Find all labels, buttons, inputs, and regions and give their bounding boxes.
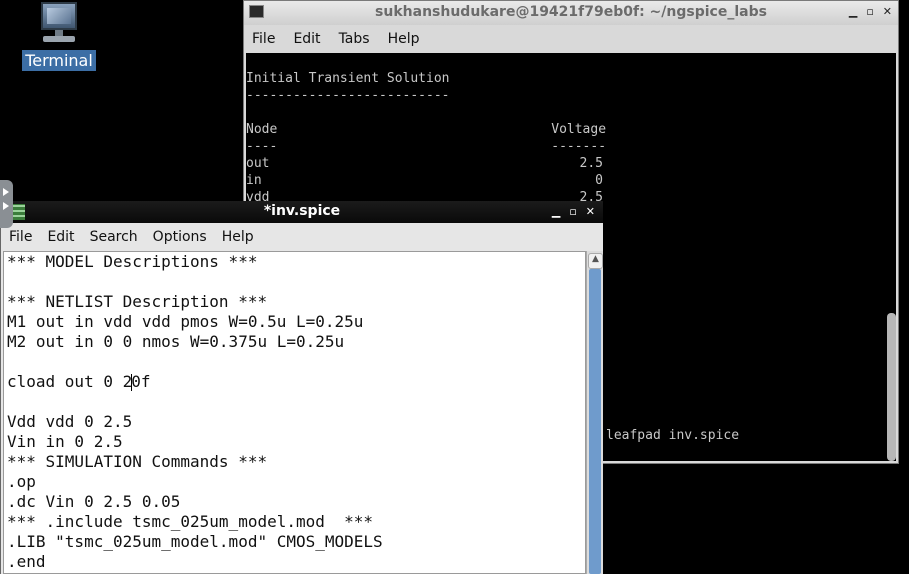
editor-line: .end [7,552,46,571]
editor-line: .LIB "tsmc_025um_model.mod" CMOS_MODELS [7,532,383,551]
terminal-command: leafpad inv.spice [606,428,740,443]
terminal-line: out [246,156,270,171]
editor-line: .op [7,472,36,491]
editor-line: *** NETLIST Description *** [7,292,268,311]
editor-line: *** SIMULATION Commands *** [7,452,268,471]
terminal-menu-tabs[interactable]: Tabs [339,31,370,47]
leafpad-titlebar[interactable]: *inv.spice ▁ ▫ ✕ [1,201,603,223]
terminal-title: sukhanshudukare@19421f79eb0f: ~/ngspice_… [375,4,767,20]
editor-line: *** .include tsmc_025um_model.mod *** [7,512,374,531]
editor-line: M2 out in 0 0 nmos W=0.375u L=0.25u [7,332,345,351]
leafpad-window: *inv.spice ▁ ▫ ✕ File Edit Search Option… [0,201,603,574]
leafpad-title: *inv.spice [263,203,341,219]
scroll-up-icon[interactable]: ▲ [588,253,603,269]
voltage-value: 0 [595,173,603,188]
terminal-line: -------------------------- [246,88,450,103]
terminal-menu-edit[interactable]: Edit [293,31,320,47]
leafpad-menubar: File Edit Search Options Help [1,223,603,250]
arrow-right-icon [3,202,9,210]
editor-line: *** MODEL Descriptions *** [7,252,258,271]
close-icon[interactable]: ✕ [883,5,892,18]
maximize-icon[interactable]: ▫ [569,205,576,218]
maximize-icon[interactable]: ▫ [866,5,873,18]
terminal-titlebar[interactable]: sukhanshudukare@19421f79eb0f: ~/ngspice_… [244,1,898,25]
editor-line: M1 out in vdd vdd pmos W=0.5u L=0.25u [7,312,364,331]
terminal-line: Initial Transient Solution [246,71,450,86]
editor-line-caret: cload out 0 20f [7,372,151,391]
terminal-line: ---- ------- [246,139,607,154]
leafpad-menu-edit[interactable]: Edit [47,229,74,245]
scrollbar-thumb[interactable] [887,313,896,461]
terminal-menubar: File Edit Tabs Help [244,25,898,52]
monitor-icon [39,2,79,46]
leafpad-menu-options[interactable]: Options [153,229,207,245]
voltage-value: 2.5 [579,156,603,171]
arrow-right-icon [3,188,9,196]
leafpad-menu-help[interactable]: Help [222,229,254,245]
terminal-menu-help[interactable]: Help [388,31,420,47]
desktop-icon-label: Terminal [22,50,96,71]
close-icon[interactable]: ✕ [586,205,595,218]
side-panel-handle[interactable] [0,180,13,228]
scrollbar-thumb[interactable] [589,269,601,574]
minimize-icon[interactable]: ▁ [552,205,560,218]
leafpad-menu-file[interactable]: File [9,229,32,245]
text-editor-area[interactable]: *** MODEL Descriptions *** *** NETLIST D… [3,251,586,574]
terminal-menu-file[interactable]: File [252,31,275,47]
editor-line: .dc Vin 0 2.5 0.05 [7,492,181,511]
editor-line: Vin in 0 2.5 [7,432,123,451]
terminal-desktop-icon[interactable]: Terminal [20,2,98,71]
terminal-scrollbar[interactable] [887,53,896,461]
minimize-icon[interactable]: ▁ [849,5,857,18]
leafpad-scrollbar[interactable]: ▲ [586,251,603,574]
terminal-line: Node Voltage [246,122,607,137]
terminal-line: in [246,173,262,188]
editor-line: Vdd vdd 0 2.5 [7,412,133,431]
leafpad-menu-search[interactable]: Search [90,229,138,245]
